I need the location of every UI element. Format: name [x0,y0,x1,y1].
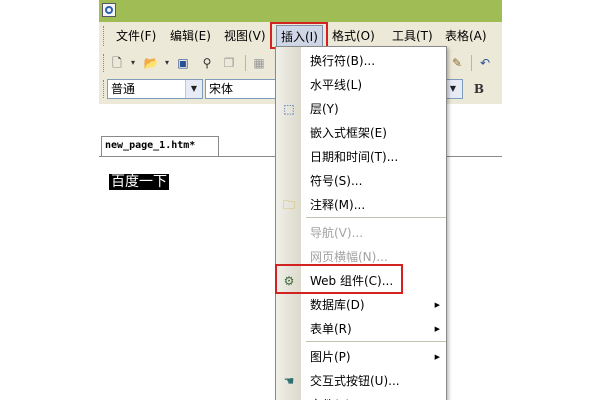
insert-menu-item-label: 交互式按钮(U)... [310,374,400,388]
app-icon[interactable] [102,3,116,17]
style-select-value: 普通 [111,82,136,96]
insert-menu-item-label: 表单(R) [310,322,352,336]
layer-icon: ⬚ [283,102,295,116]
insert-menu-item-label: 文件(F)... [310,393,362,400]
menu-table[interactable]: 表格(A) [445,28,487,44]
insert-menu-item-label: 注释(M)... [310,198,366,212]
insert-menu-item[interactable]: 嵌入式框架(E) [276,121,446,145]
save-icon[interactable]: ▣ [175,55,191,71]
menu-edit[interactable]: 编辑(E) [170,28,211,44]
comment-folder-icon: 🗀 [282,198,295,212]
toolbar-grip[interactable] [103,54,106,72]
chevron-down-icon[interactable]: ▼ [185,80,202,98]
menu-separator [306,341,446,342]
insert-menu: 换行符(B)... 水平线(L) ⬚ 层(Y) 嵌入式框架(E) 日期和时间(T)... 符… [275,46,447,400]
insert-menu-item-label: 图片(P) [310,350,351,364]
insert-menu-item-label: 换行符(B)... [310,54,376,68]
insert-menu-item-label: 符号(S)... [310,174,363,188]
style-select[interactable]: 普通 ▼ [107,79,203,99]
frontpage-window: 文件(F) 编辑(E) 视图(V) 插入(I) 格式(O) 工具(T) 表格(A… [99,0,502,400]
menu-file[interactable]: 文件(F) [116,28,156,44]
title-bar [99,0,502,22]
insert-menu-item[interactable]: ☚ 交互式按钮(U)... [276,369,446,393]
font-select[interactable]: 宋体 [205,79,285,99]
format-painter-icon[interactable]: ✎ [449,55,465,71]
toolbar-separator [245,55,246,71]
selected-text[interactable]: 百度一下 [109,174,169,190]
insert-menu-item[interactable]: 换行符(B)... [276,49,446,73]
insert-menu-item[interactable]: 日期和时间(T)... [276,145,446,169]
bold-button[interactable]: B [471,81,487,97]
copy-icon[interactable]: ❐ [221,55,237,71]
insert-menu-item[interactable]: 🗀 注释(M)... [276,193,446,217]
undo-icon[interactable]: ↶ [477,55,493,71]
insert-menu-item[interactable]: 文件(F)... [276,393,446,400]
insert-menu-item-label: 导航(V)... [310,226,364,240]
insert-menu-item[interactable]: 表单(R) ▶ [276,317,446,341]
insert-menu-item[interactable]: 水平线(L) [276,73,446,97]
interactive-button-icon: ☚ [283,374,295,388]
insert-menu-item[interactable]: ⬚ 层(Y) [276,97,446,121]
insert-menu-item[interactable]: 图片(P) ▶ [276,345,446,369]
insert-menu-item-label: 水平线(L) [310,78,363,92]
submenu-arrow-icon: ▶ [434,353,440,361]
insert-menu-item-label: 层(Y) [310,102,339,116]
insert-menu-item-label: 数据库(D) [310,298,365,312]
insert-menu-item-label: 嵌入式框架(E) [310,126,387,140]
web-component-highlight-box [275,264,403,294]
font-select-value: 宋体 [209,82,234,96]
new-dropdown-arrow-icon[interactable]: ▾ [125,55,141,71]
insert-menu-item[interactable]: 符号(S)... [276,169,446,193]
insert-menu-item-label: 日期和时间(T)... [310,150,399,164]
insert-menu-highlight-box [270,22,328,49]
preview-icon[interactable]: ▦ [251,55,267,71]
insert-menu-item[interactable]: 导航(V)... [276,221,446,245]
new-page-icon[interactable]: 🗋 [109,55,125,71]
document-tab[interactable]: new_page_1.htm* [101,136,219,156]
formatting-toolbar-grip[interactable] [103,80,106,98]
open-folder-icon[interactable]: 📂 [143,55,159,71]
menu-tools[interactable]: 工具(T) [392,28,433,44]
menu-separator [306,217,446,218]
toolbar-separator-2 [471,55,472,71]
find-icon[interactable]: ⚲ [199,55,215,71]
insert-menu-item[interactable]: 数据库(D) ▶ [276,293,446,317]
submenu-arrow-icon: ▶ [434,301,440,309]
menu-view[interactable]: 视图(V) [224,28,266,44]
menubar-grip[interactable] [103,26,106,46]
submenu-arrow-icon: ▶ [434,325,440,333]
open-dropdown-arrow-icon[interactable]: ▾ [159,55,175,71]
menu-format[interactable]: 格式(O) [332,28,375,44]
